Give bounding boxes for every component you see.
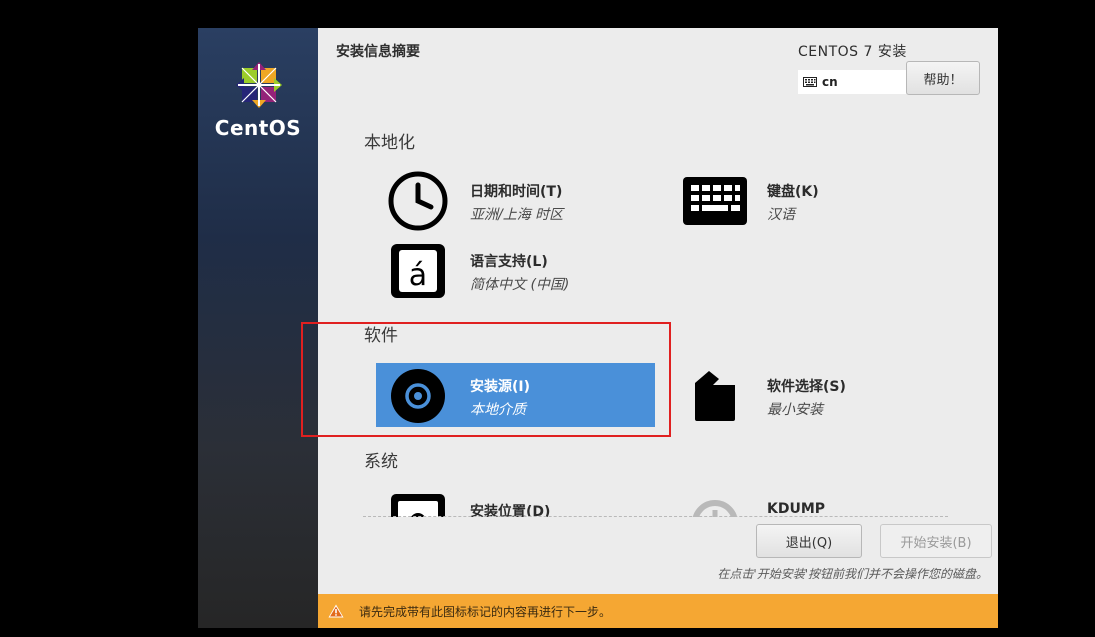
kdump-title: KDUMP xyxy=(767,501,826,517)
hub-scroll-area[interactable]: 本地化 日期和时间(T) 亚洲/上海 时区 键盘(K) 汉语 á 语言支持(L)… xyxy=(318,118,998,517)
keyboard-layout-label: cn xyxy=(822,75,838,89)
localization-heading: 本地化 xyxy=(364,133,415,153)
help-button[interactable]: 帮助！ xyxy=(906,61,980,95)
product-title: CENTOS 7 安装 xyxy=(798,44,907,60)
keyboard-spoke[interactable]: 键盘(K) 汉语 xyxy=(673,168,953,232)
svg-text:á: á xyxy=(409,258,427,293)
warning-bar: 请先完成带有此图标标记的内容再进行下一步。 xyxy=(318,594,998,628)
keyboard-status: 汉语 xyxy=(767,207,795,223)
language-status: 简体中文 (中国) xyxy=(470,277,570,293)
kdump-spoke[interactable]: KDUMP xyxy=(673,488,953,517)
warning-icon xyxy=(328,604,344,618)
datetime-spoke[interactable]: 日期和时间(T) 亚洲/上海 时区 xyxy=(376,168,656,232)
language-title: 语言支持(L) xyxy=(470,254,548,270)
centos-logo-icon xyxy=(236,62,282,108)
keyboard-layout-indicator[interactable]: cn xyxy=(798,70,906,94)
keyboard-title: 键盘(K) xyxy=(767,184,819,200)
language-icon: á xyxy=(386,242,450,300)
sidebar: CentOS xyxy=(198,28,318,628)
software-selection-title: 软件选择(S) xyxy=(767,379,846,395)
divider xyxy=(363,516,948,517)
package-icon xyxy=(683,367,747,425)
brand-name: CentOS xyxy=(214,116,302,140)
disk-icon xyxy=(386,492,450,517)
selection-highlight xyxy=(301,322,671,437)
software-selection-spoke[interactable]: 软件选择(S) 最小安装 xyxy=(673,363,953,427)
warning-text: 请先完成带有此图标标记的内容再进行下一步。 xyxy=(359,604,612,619)
page-title: 安装信息摘要 xyxy=(336,44,420,60)
system-heading: 系统 xyxy=(364,452,398,472)
datetime-status: 亚洲/上海 时区 xyxy=(470,207,564,223)
keyboard-small-icon xyxy=(803,77,817,87)
software-selection-status: 最小安装 xyxy=(767,402,823,418)
disk-hint: 在点击'开始安装'按钮前我们并不会操作您的磁盘。 xyxy=(717,567,988,581)
language-spoke[interactable]: á 语言支持(L) 简体中文 (中国) xyxy=(376,238,656,302)
quit-button[interactable]: 退出(Q) xyxy=(756,524,862,558)
datetime-title: 日期和时间(T) xyxy=(470,184,563,200)
clock-icon xyxy=(386,171,450,231)
keyboard-icon xyxy=(683,172,747,230)
begin-installation-button[interactable]: 开始安装(B) xyxy=(880,524,992,558)
installation-destination-title: 安装位置(D) xyxy=(470,504,551,517)
installation-destination-spoke[interactable]: 安装位置(D) xyxy=(376,488,656,517)
kdump-icon xyxy=(683,492,747,517)
